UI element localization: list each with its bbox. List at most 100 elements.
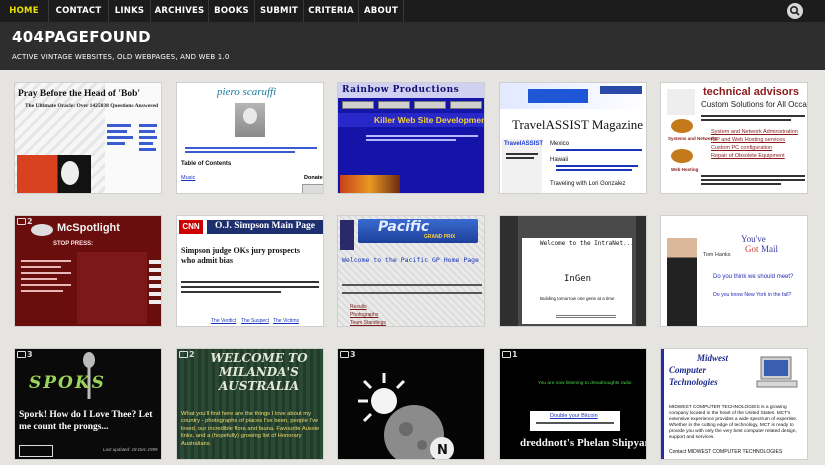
site-tagline: ACTIVE VINTAGE WEBSITES, OLD WEBPAGES, A… xyxy=(12,53,230,61)
welcome-text: Welcome to the IntraNet... xyxy=(540,240,634,247)
site-thumbnail-pacific-gp[interactable]: Pacific GRAND PRIX Welcome to the Pacifi… xyxy=(337,215,485,327)
top-nav: HOME CONTACT LINKS ARCHIVES BOOKS SUBMIT… xyxy=(0,0,825,22)
caption-2: Web Hosting xyxy=(671,167,699,172)
updated-date: Last updated: 18-Dec-1999 xyxy=(103,447,158,452)
cnn-logo: CNN xyxy=(179,220,203,234)
side-logo xyxy=(340,220,354,250)
toc-heading: Table of Contents xyxy=(181,161,232,167)
nav-books[interactable]: BOOKS xyxy=(209,0,255,22)
item-traveling: Traveling with Lori Gonzalez xyxy=(550,181,626,187)
link-4: Repair of Obsolete Equipment xyxy=(711,153,785,159)
comment-icon xyxy=(17,351,26,358)
comment-icon xyxy=(502,351,511,358)
logo-line-2: Got xyxy=(745,244,759,254)
site-thumbnail-youve-got-mail[interactable]: Tom Hanks You've Got Mail Do you think w… xyxy=(660,215,808,327)
stop-press: STOP PRESS: xyxy=(53,241,94,247)
site-thumbnail-midwest-computer[interactable]: Midwest Computer Technologies MIDWEST CO… xyxy=(660,348,808,460)
nav-home[interactable]: HOME xyxy=(0,0,49,22)
site-thumbnail-space[interactable]: 3 N xyxy=(337,348,485,460)
story-text xyxy=(181,278,319,302)
link-bar xyxy=(185,145,317,155)
side-title: TravelASSIST xyxy=(504,141,544,147)
actor-name: Tom Hanks xyxy=(703,252,731,258)
spork-logo: SPOKS xyxy=(29,373,106,393)
site-thumbnail-oj-simpson[interactable]: CNN O.J. Simpson Main Page Simpson judge… xyxy=(176,215,324,327)
bob-head-image xyxy=(17,155,91,193)
intro-text: What you'll find here are the things I l… xyxy=(181,411,320,447)
nav-links[interactable]: LINKS xyxy=(109,0,151,22)
link-results: Results xyxy=(350,304,367,310)
nav-contact[interactable]: CONTACT xyxy=(49,0,109,22)
thumb-heading: piero scaruffi xyxy=(217,86,277,98)
intro-lines xyxy=(701,113,805,125)
counter-box xyxy=(19,445,53,457)
logo-art xyxy=(340,175,400,193)
side-menu xyxy=(149,256,161,326)
thumb-heading: dreddnott's Phelan Shipyards xyxy=(520,437,647,449)
taco-image-2 xyxy=(671,149,693,163)
thumb-heading: Pacific xyxy=(378,219,430,235)
link-suspect: The Suspect xyxy=(241,318,270,324)
nav-about[interactable]: ABOUT xyxy=(359,0,404,22)
welcome-text: Welcome to the Pacific GP Home Page xyxy=(342,256,479,264)
nav-criteria[interactable]: CRITERIA xyxy=(304,0,359,22)
nav-submit[interactable]: SUBMIT xyxy=(255,0,304,22)
site-thumbnail-rainbow[interactable]: Rainbow Productions Killer Web Site Deve… xyxy=(337,82,485,194)
nav-buttons xyxy=(342,101,482,109)
logo-line-1: You've xyxy=(741,234,766,244)
marquee-text: Killer Web Site Development xyxy=(374,115,485,125)
link-verdict: The Verdict xyxy=(211,318,237,324)
site-thumbnail-scaruffi[interactable]: piero scaruffi Table of Contents Music D… xyxy=(176,82,324,194)
computer-icon xyxy=(756,356,798,388)
nav-links-column xyxy=(107,121,137,163)
site-thumbnail-milandas-australia[interactable]: 2 WELCOME TO MILANDA'S AUSTRALIA What yo… xyxy=(176,348,324,460)
site-header: 404PAGEFOUND ACTIVE VINTAGE WEBSITES, OL… xyxy=(0,22,825,70)
spotlight-logo xyxy=(31,224,53,236)
site-thumbnail-mcspotlight[interactable]: 2 McSpotlight STOP PRESS: xyxy=(14,215,162,327)
comment-count: 3 xyxy=(17,350,33,359)
banner xyxy=(500,83,646,109)
thumb-heading: O.J. Simpson Main Page xyxy=(215,221,316,231)
site-title[interactable]: 404PAGEFOUND xyxy=(12,28,151,46)
heading-line-2: Computer xyxy=(669,365,707,375)
logo-line-3: Mail xyxy=(761,244,778,254)
question-1: Do you think we should meet? xyxy=(713,274,794,280)
site-thumbnail-dreddnott[interactable]: 1 You are now listening to dreadnoughts … xyxy=(499,348,647,460)
donate-button xyxy=(302,184,323,193)
thumb-heading: McSpotlight xyxy=(57,222,120,234)
right-frame xyxy=(636,216,646,326)
link-standings: Team Standings xyxy=(350,320,386,326)
link-2: ISP and Web Hosting services xyxy=(711,137,786,143)
comment-count: 2 xyxy=(17,217,33,226)
info-lines-2 xyxy=(342,290,482,300)
brand-logo: Rainbow Productions xyxy=(342,85,460,95)
center-panel xyxy=(77,252,147,324)
item-mexico: Mexico xyxy=(550,141,570,147)
link-victims: The Victims xyxy=(273,318,300,324)
logo-icon xyxy=(667,89,695,115)
comment-icon xyxy=(179,351,188,358)
search-button[interactable] xyxy=(787,3,803,19)
site-thumbnail-technical-advisors[interactable]: technical advisors Custom Solutions for … xyxy=(660,82,808,194)
site-thumbnail-bob[interactable]: Pray Before the Head of 'Bob' The Ultima… xyxy=(14,82,162,194)
music-link: Music xyxy=(181,175,196,181)
thumb-subheading: GRAND PRIX xyxy=(424,234,456,240)
site-thumbnail-travelassist[interactable]: TravelASSIST Magazine TravelASSIST Mexic… xyxy=(499,82,647,194)
caption-1: Systems and Networks xyxy=(668,136,718,141)
left-column: TravelASSIST xyxy=(502,139,544,193)
actor-photo xyxy=(667,238,697,326)
comment-icon xyxy=(17,218,26,225)
site-thumbnail-spork[interactable]: 3 SPOKS Spork! How do I Love Thee? Let m… xyxy=(14,348,162,460)
comment-count: 1 xyxy=(502,350,518,359)
link-1: System and Network Administration xyxy=(711,129,798,135)
donate-link: Donate xyxy=(304,175,323,181)
bitcoin-link: Double your Bitcoin xyxy=(550,413,598,419)
nav-links-column-2 xyxy=(139,121,159,171)
portrait-image xyxy=(235,103,265,137)
tagline: Building tomorrow one gene at a time xyxy=(540,296,615,301)
thumb-heading: TravelASSIST Magazine xyxy=(512,117,644,132)
site-thumbnail-ingen[interactable]: Welcome to the IntraNet... InGen Buildin… xyxy=(499,215,647,327)
company-description: MIDWEST COMPUTER TECHNOLOGIES is a growi… xyxy=(669,405,798,440)
thumb-heading: technical advisors xyxy=(703,86,799,98)
nav-archives[interactable]: ARCHIVES xyxy=(151,0,209,22)
